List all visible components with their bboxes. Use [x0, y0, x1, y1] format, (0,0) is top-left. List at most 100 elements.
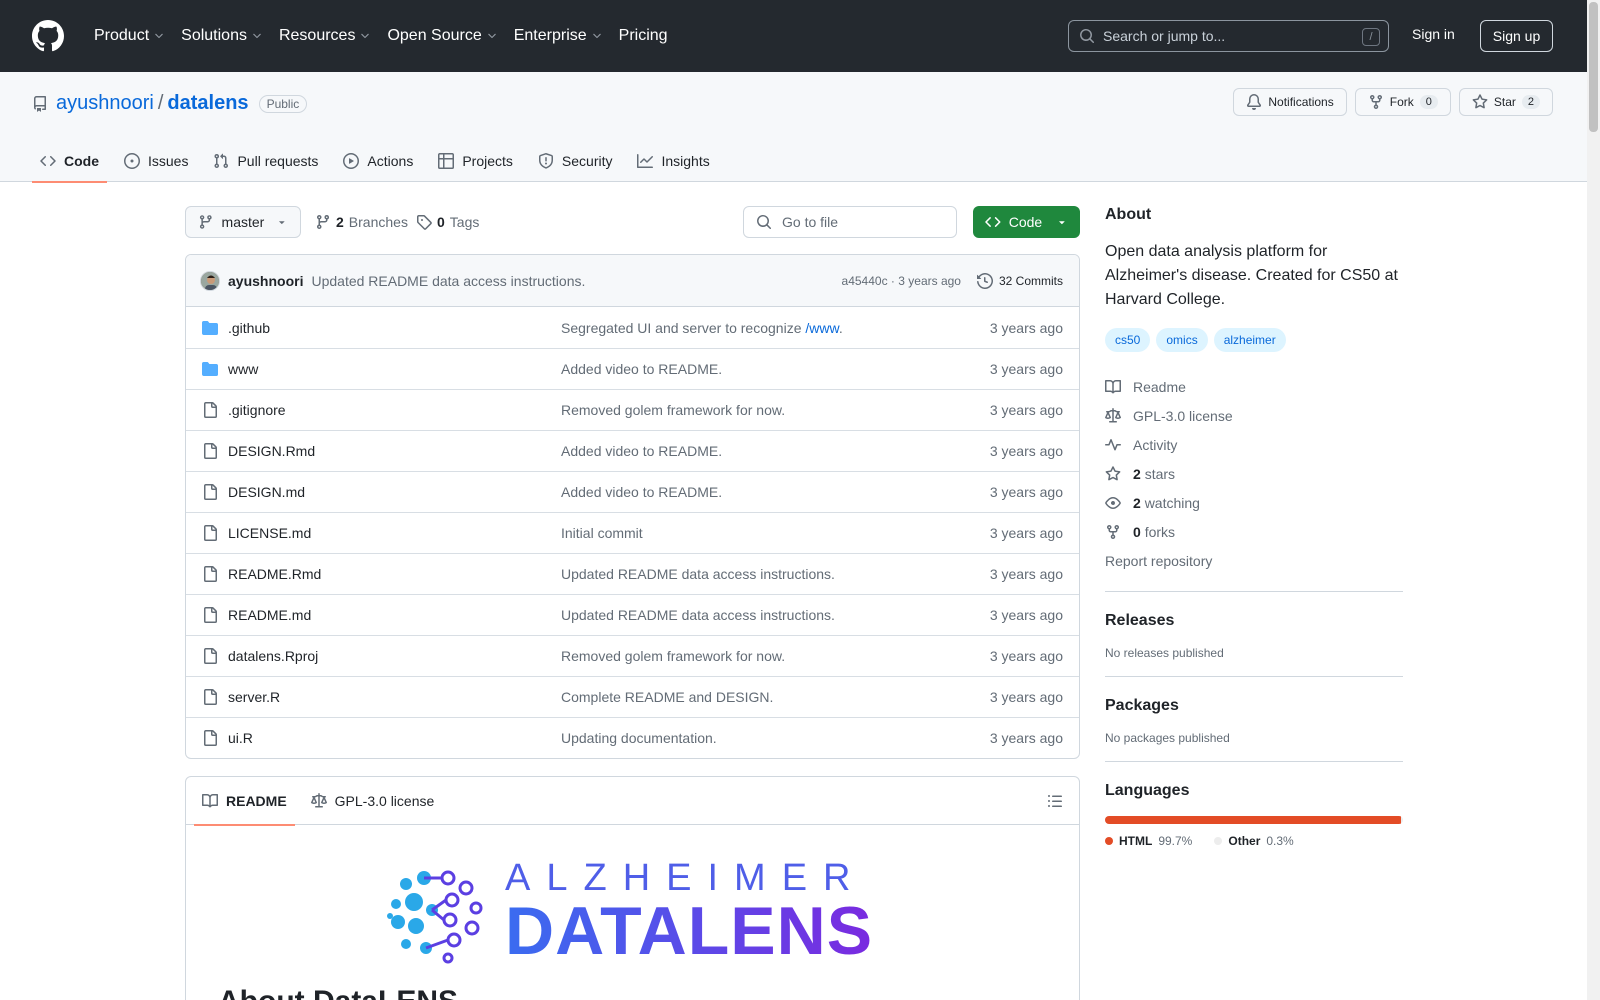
file-commit-message[interactable]: Segregated UI and server to recognize /w… [561, 320, 990, 336]
forks-count: 0 [1133, 523, 1141, 540]
file-commit-message[interactable]: Removed golem framework for now. [561, 402, 990, 418]
nav-resources[interactable]: Resources [271, 20, 379, 52]
repo-name-link[interactable]: datalens [167, 92, 248, 115]
file-commit-message[interactable]: Removed golem framework for now. [561, 648, 990, 664]
language-item[interactable]: HTML 99.7% [1105, 834, 1192, 848]
topic-tag[interactable]: cs50 [1105, 328, 1151, 352]
file-commit-message[interactable]: Added video to README. [561, 443, 990, 459]
branches-link[interactable]: 2 Branches [315, 214, 408, 230]
language-percent: 99.7% [1158, 834, 1193, 848]
notifications-button[interactable]: Notifications [1233, 88, 1347, 116]
commits-count-label: 32 Commits [998, 273, 1063, 288]
file-icon-wrap [202, 648, 218, 664]
file-name-link[interactable]: DESIGN.Rmd [228, 443, 561, 459]
code-dropdown-button[interactable]: Code [973, 206, 1080, 238]
file-name-link[interactable]: ui.R [228, 730, 561, 746]
avatar[interactable] [200, 270, 220, 291]
file-name-link[interactable]: DESIGN.md [228, 484, 561, 500]
global-search-input[interactable]: Search or jump to... / [1068, 20, 1389, 52]
file-icon [204, 402, 217, 418]
file-name-link[interactable]: README.Rmd [228, 566, 561, 582]
topic-tag[interactable]: alzheimer [1213, 328, 1286, 352]
code-button-label: Code [1008, 214, 1043, 230]
go-to-file-input[interactable]: Go to file [743, 206, 957, 238]
nav-label: Enterprise [513, 27, 587, 44]
file-row: README.md Updated README data access inst… [186, 594, 1079, 635]
scrollbar-thumb[interactable] [1589, 2, 1598, 132]
file-icon-wrap [202, 566, 218, 582]
tab-label: Code [64, 153, 99, 169]
star-button[interactable]: Star 2 [1458, 88, 1553, 116]
file-commit-message[interactable]: Added video to README. [561, 484, 990, 500]
nav-solutions[interactable]: Solutions [173, 20, 271, 52]
page-scrollbar[interactable] [1587, 0, 1600, 1000]
tab-actions[interactable]: Actions [335, 140, 421, 182]
file-icon-wrap [202, 484, 218, 500]
book-icon [1105, 379, 1121, 393]
commit-author-link[interactable]: ayushnoori [228, 273, 303, 289]
file-name-link[interactable]: .github [228, 320, 561, 336]
forks-link[interactable]: 0 forks [1105, 517, 1403, 546]
star-label: Star [1493, 95, 1516, 109]
fork-icon [1369, 95, 1382, 110]
file-commit-message[interactable]: Updating documentation. [561, 730, 990, 746]
file-commit-message[interactable]: Complete README and DESIGN. [561, 689, 990, 705]
tab-license[interactable]: GPL-3.0 license [303, 777, 443, 825]
file-name-link[interactable]: www [228, 361, 561, 377]
file-commit-message[interactable]: Initial commit [561, 525, 990, 541]
tab-code[interactable]: Code [32, 140, 107, 183]
nav-open-source[interactable]: Open Source [379, 20, 505, 52]
readme-link[interactable]: Readme [1105, 372, 1403, 401]
file-name-link[interactable]: .gitignore [228, 402, 561, 418]
sign-in-link[interactable]: Sign in [1412, 26, 1455, 42]
topic-tag[interactable]: omics [1156, 328, 1208, 352]
stars-link[interactable]: 2 stars [1105, 459, 1403, 488]
language-bar-segment[interactable] [1105, 816, 1401, 824]
avatar-image [201, 271, 219, 290]
tab-readme[interactable]: README [194, 777, 295, 826]
commit-message-link[interactable]: Updated README data access instructions. [311, 273, 585, 289]
about-description: Open data analysis platform for Alzheime… [1105, 243, 1398, 308]
nav-enterprise[interactable]: Enterprise [506, 20, 611, 52]
file-name-link[interactable]: LICENSE.md [228, 525, 561, 541]
tab-security[interactable]: Security [530, 140, 621, 182]
license-link[interactable]: GPL-3.0 license [1105, 401, 1403, 430]
fork-button[interactable]: Fork 0 [1354, 88, 1451, 116]
caret-down-icon [1059, 221, 1065, 225]
language-name: HTML [1119, 834, 1153, 848]
tags-link[interactable]: 0 Tags [416, 214, 479, 230]
nav-pricing[interactable]: Pricing [611, 20, 676, 52]
packages-title[interactable]: Packages [1105, 697, 1403, 715]
watching-text: 2 watching [1133, 495, 1200, 511]
report-repository-link[interactable]: Report repository [1105, 546, 1403, 575]
releases-title[interactable]: Releases [1105, 612, 1403, 630]
file-name-link[interactable]: server.R [228, 689, 561, 705]
nav-product[interactable]: Product [86, 20, 173, 52]
repo-owner-link[interactable]: ayushnoori [56, 92, 154, 115]
watchers-link[interactable]: 2 watching [1105, 488, 1403, 517]
file-commit-message[interactable]: Added video to README. [561, 361, 990, 377]
file-commit-message[interactable]: Updated README data access instructions. [561, 566, 990, 582]
commit-hash-link[interactable]: a45440c [842, 274, 888, 288]
language-bar-segment[interactable] [1400, 816, 1403, 824]
activity-link[interactable]: Activity [1105, 430, 1403, 459]
file-commit-date: 3 years ago [989, 689, 1063, 705]
file-rows: .github Segregated UI and server to recog… [186, 307, 1079, 758]
list-unordered-icon[interactable] [1047, 793, 1063, 809]
commits-history-link[interactable]: 32 Commits [976, 272, 1063, 289]
commit-message-link[interactable]: /www [805, 320, 838, 336]
github-logo-icon[interactable] [32, 20, 64, 52]
file-name-link[interactable]: README.md [228, 607, 561, 623]
language-item[interactable]: Other 0.3% [1214, 834, 1294, 848]
tab-projects[interactable]: Projects [430, 140, 521, 182]
language-percent: 0.3% [1266, 834, 1294, 848]
tab-pull-requests[interactable]: Pull requests [205, 140, 326, 182]
sign-up-button[interactable]: Sign up [1480, 20, 1553, 52]
file-name-link[interactable]: datalens.Rproj [228, 648, 561, 664]
file-commit-message[interactable]: Updated README data access instructions. [561, 607, 990, 623]
play-icon [343, 153, 360, 169]
tab-insights[interactable]: Insights [629, 140, 717, 182]
file-row: LICENSE.md Initial commit 3 years ago [186, 512, 1079, 553]
branch-selector[interactable]: master [185, 206, 301, 238]
tab-issues[interactable]: Issues [116, 140, 196, 182]
